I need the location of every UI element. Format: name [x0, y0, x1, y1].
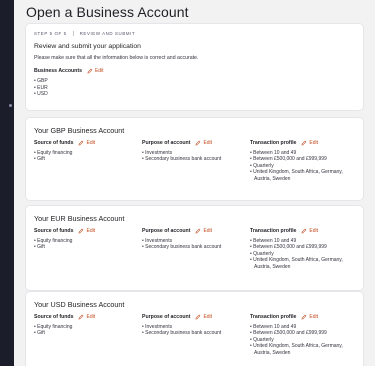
pencil-icon: [301, 314, 307, 320]
account-title: Your GBP Business Account: [34, 126, 125, 135]
account-title: Your USD Business Account: [34, 300, 125, 309]
edit-purpose-button[interactable]: Edit: [195, 140, 212, 146]
transaction-profile-column: Transaction profile Edit • Between 10 an…: [250, 314, 360, 356]
page-title: Open a Business Account: [26, 4, 189, 20]
list-item: Austria, Sweden: [254, 263, 291, 270]
purpose-column: Purpose of account Edit • Investments • …: [142, 228, 242, 251]
purpose-label: Purpose of account: [142, 140, 191, 146]
list-item: • Secondary business bank account: [142, 244, 222, 251]
edit-source-of-funds-button[interactable]: Edit: [78, 314, 95, 320]
edit-transaction-profile-button[interactable]: Edit: [301, 228, 318, 234]
edit-source-of-funds-button[interactable]: Edit: [78, 140, 95, 146]
edit-transaction-profile-button[interactable]: Edit: [301, 140, 318, 146]
sidebar-indicator: [9, 104, 12, 107]
purpose-label: Purpose of account: [142, 314, 191, 320]
list-item: • Secondary business bank account: [142, 156, 222, 163]
currency-list: • GBP • EUR • USD: [34, 78, 48, 98]
transaction-profile-label: Transaction profile: [250, 314, 297, 320]
pencil-icon: [195, 140, 201, 146]
review-card: STEP 5 OF 5 REVIEW AND SUBMIT Review and…: [26, 24, 363, 110]
edit-label: Edit: [203, 140, 213, 146]
list-item: Austria, Sweden: [254, 175, 291, 182]
edit-purpose-button[interactable]: Edit: [195, 314, 212, 320]
purpose-label: Purpose of account: [142, 228, 191, 234]
source-of-funds-label: Source of funds: [34, 228, 74, 234]
source-of-funds-label: Source of funds: [34, 314, 74, 320]
edit-label: Edit: [203, 314, 213, 320]
source-of-funds-column: Source of funds Edit • Equity financing …: [34, 314, 134, 337]
source-of-funds-label: Source of funds: [34, 140, 74, 146]
list-item: • Gift: [34, 244, 45, 251]
step-name: REVIEW AND SUBMIT: [79, 31, 136, 36]
list-item: • USD: [34, 91, 48, 98]
pencil-icon: [195, 314, 201, 320]
pencil-icon: [195, 228, 201, 234]
account-card-usd: Your USD Business Account Source of fund…: [26, 292, 363, 366]
source-of-funds-column: Source of funds Edit • Equity financing …: [34, 140, 134, 163]
purpose-column: Purpose of account Edit • Investments • …: [142, 140, 242, 163]
list-item: • GBP: [34, 78, 48, 84]
account-title: Your EUR Business Account: [34, 214, 125, 223]
edit-label: Edit: [309, 140, 319, 146]
review-title: Review and submit your application: [34, 43, 141, 50]
review-description: Please make sure that all the informatio…: [34, 55, 199, 61]
transaction-profile-column: Transaction profile Edit • Between 10 an…: [250, 228, 360, 270]
list-item: Austria, Sweden: [254, 349, 291, 356]
pencil-icon: [87, 68, 93, 74]
edit-business-accounts-button[interactable]: Edit: [87, 68, 104, 74]
list-item: • EUR: [34, 84, 48, 91]
sidebar: [0, 0, 14, 366]
edit-purpose-button[interactable]: Edit: [195, 228, 212, 234]
edit-label: Edit: [309, 228, 319, 234]
source-of-funds-column: Source of funds Edit • Equity financing …: [34, 228, 134, 251]
pencil-icon: [301, 228, 307, 234]
list-item: • Secondary business bank account: [142, 330, 222, 337]
purpose-column: Purpose of account Edit • Investments • …: [142, 314, 242, 337]
account-card-gbp: Your GBP Business Account Source of fund…: [26, 118, 363, 200]
transaction-profile-label: Transaction profile: [250, 228, 297, 234]
list-item: • Gift: [34, 330, 45, 337]
list-item: • Gift: [34, 156, 45, 163]
pencil-icon: [79, 314, 84, 320]
step-divider: [72, 31, 74, 36]
business-accounts-header: Business Accounts Edit: [34, 68, 104, 74]
business-accounts-label: Business Accounts: [34, 68, 82, 74]
edit-transaction-profile-button[interactable]: Edit: [301, 314, 318, 320]
edit-label: Edit: [86, 314, 96, 320]
account-card-eur: Your EUR Business Account Source of fund…: [26, 206, 363, 290]
edit-label: Edit: [94, 68, 104, 74]
step-label: STEP 5 OF 5: [34, 31, 67, 36]
edit-source-of-funds-button[interactable]: Edit: [78, 228, 95, 234]
edit-label: Edit: [86, 228, 96, 234]
edit-label: Edit: [86, 140, 96, 146]
main-content: Open a Business Account STEP 5 OF 5 REVI…: [14, 0, 375, 366]
transaction-profile-label: Transaction profile: [250, 140, 297, 146]
transaction-profile-column: Transaction profile Edit • Between 10 an…: [250, 140, 360, 182]
pencil-icon: [79, 228, 84, 234]
pencil-icon: [301, 140, 307, 146]
edit-label: Edit: [203, 228, 213, 234]
step-indicator: STEP 5 OF 5 REVIEW AND SUBMIT: [34, 31, 135, 36]
pencil-icon: [79, 140, 84, 146]
edit-label: Edit: [309, 314, 319, 320]
